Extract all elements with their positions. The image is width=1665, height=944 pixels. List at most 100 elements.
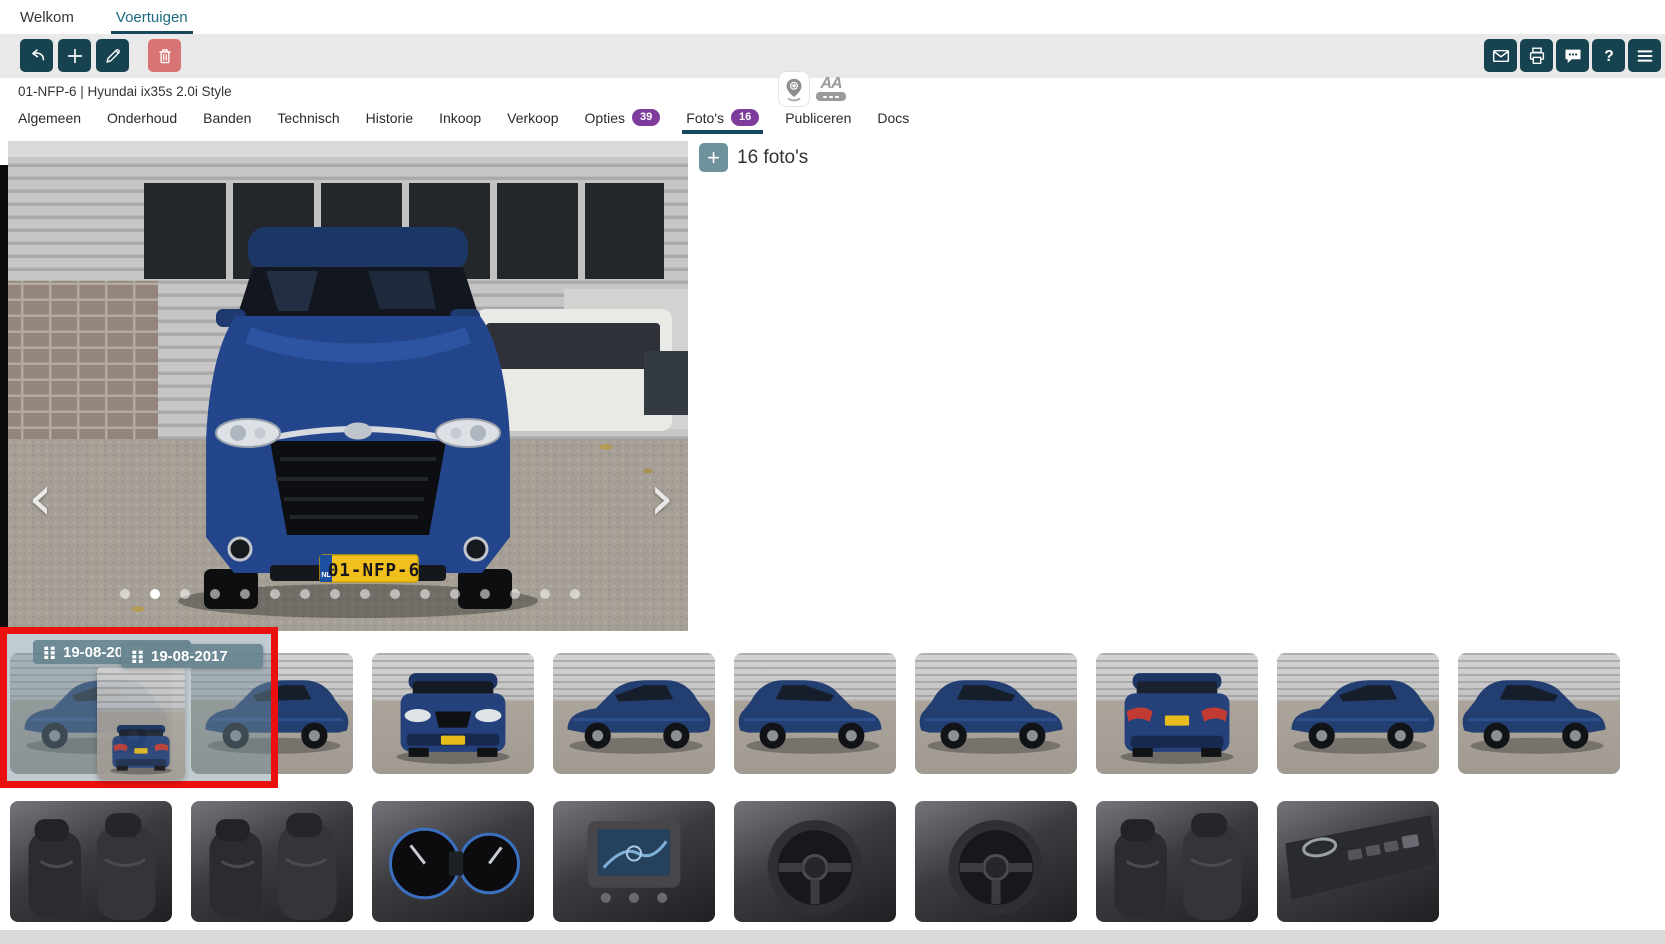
window-tab-label: Welkom	[20, 9, 74, 26]
drag-highlight-box: 19-08-2017 19-08-2017	[0, 627, 278, 788]
carousel-dot[interactable]	[450, 589, 460, 599]
aa-logo-text: AA	[820, 77, 841, 91]
back-button[interactable]	[20, 39, 53, 72]
nav-tab-label: Inkoop	[439, 110, 481, 126]
tab-banden[interactable]: Banden	[203, 110, 251, 134]
nav-tab-label: Banden	[203, 110, 251, 126]
print-button[interactable]	[1520, 39, 1553, 72]
carousel-dot[interactable]	[540, 589, 550, 599]
photo-grid-row-2	[10, 801, 1439, 922]
nav-tab-badge: 16	[731, 109, 759, 126]
drag-handle-icon[interactable]	[43, 645, 56, 660]
vehicle-nav-tabs: Algemeen Onderhoud Banden Technisch Hist…	[18, 109, 909, 134]
carousel-dot[interactable]	[120, 589, 130, 599]
toolbar-button-icon	[1634, 45, 1656, 67]
nav-tab-label: Docs	[877, 110, 909, 126]
nav-tab-badge: 39	[632, 109, 660, 126]
photo-thumb-15[interactable]	[915, 801, 1077, 922]
tab-opties[interactable]: Opties 39	[585, 109, 661, 134]
location-pin-icon[interactable]	[779, 72, 809, 106]
dragged-photo-ghost[interactable]	[97, 666, 185, 780]
nav-tab-label: Foto's	[686, 110, 724, 126]
photo-thumb-7[interactable]	[1096, 653, 1258, 774]
tab-docs[interactable]: Docs	[877, 110, 909, 134]
carousel-prev-button[interactable]: ‹	[28, 467, 53, 529]
vehicle-title: 01-NFP-6 | Hyundai ix35s 2.0i Style	[18, 84, 232, 99]
photo-thumb-17[interactable]	[1277, 801, 1439, 922]
tab-inkoop[interactable]: Inkoop	[439, 110, 481, 134]
tab-onderhoud[interactable]: Onderhoud	[107, 110, 177, 134]
tab-fotos[interactable]: Foto's 16	[686, 109, 759, 134]
window-tab-strip: Welkom Voertuigen	[0, 0, 1665, 34]
toolbar-button-icon	[1490, 45, 1512, 67]
vehicle-badge-icons: AA	[779, 72, 848, 106]
svg-text:01-NFP-6: 01-NFP-6	[328, 561, 420, 581]
toolbar-button-icon	[102, 45, 124, 67]
carousel-dot[interactable]	[180, 589, 190, 599]
tab-historie[interactable]: Historie	[366, 110, 413, 134]
tab-publiceren[interactable]: Publiceren	[785, 110, 851, 134]
license-plate: NL 01-NFP-6	[320, 555, 420, 582]
menu-button[interactable]	[1628, 39, 1661, 72]
add-photo-button[interactable]: +	[699, 143, 728, 172]
tab-verkoop[interactable]: Verkoop	[507, 110, 558, 134]
toolbar-button-icon	[64, 45, 86, 67]
carousel-next-button[interactable]: ›	[649, 467, 674, 529]
carousel-dots	[120, 589, 580, 599]
carousel-dot[interactable]	[480, 589, 490, 599]
photo-thumb-5[interactable]	[734, 653, 896, 774]
chat-button[interactable]	[1556, 39, 1589, 72]
nav-tab-label: Publiceren	[785, 110, 851, 126]
edit-button[interactable]	[96, 39, 129, 72]
photo-thumb-6[interactable]	[915, 653, 1077, 774]
photo-thumb-3[interactable]	[372, 653, 534, 774]
photo-thumb-4[interactable]	[553, 653, 715, 774]
toolbar-button-icon	[1562, 45, 1584, 67]
carousel-dot[interactable]	[390, 589, 400, 599]
toolbar-left-group	[20, 39, 181, 72]
tab-welkom[interactable]: Welkom	[20, 0, 74, 34]
add-vehicle-button[interactable]	[58, 39, 91, 72]
toolbar-button-icon	[26, 45, 48, 67]
help-button[interactable]	[1592, 39, 1625, 72]
carousel-dot[interactable]	[360, 589, 370, 599]
tab-voertuigen[interactable]: Voertuigen	[116, 0, 188, 34]
toolbar-button-icon	[1526, 45, 1548, 67]
delete-button[interactable]	[148, 39, 181, 72]
carousel-dot[interactable]	[330, 589, 340, 599]
bottom-scrollbar[interactable]	[0, 930, 1665, 944]
photo-carousel[interactable]: NL 01-NFP-6 ‹ ›	[8, 141, 688, 631]
carousel-dot[interactable]	[150, 589, 160, 599]
photo-thumb-9[interactable]	[1458, 653, 1620, 774]
carousel-dot[interactable]	[570, 589, 580, 599]
carousel-dot[interactable]	[510, 589, 520, 599]
photo-thumb-8[interactable]	[1277, 653, 1439, 774]
photo-date-text: 19-08-2017	[151, 648, 228, 665]
carousel-dot[interactable]	[300, 589, 310, 599]
photo-thumb-16[interactable]	[1096, 801, 1258, 922]
carousel-dot[interactable]	[270, 589, 280, 599]
tab-technisch[interactable]: Technisch	[277, 110, 339, 134]
carousel-edge-strip	[0, 165, 8, 631]
vehicle-photo-front: NL 01-NFP-6	[8, 141, 688, 631]
nav-tab-label: Onderhoud	[107, 110, 177, 126]
window-tab-label: Voertuigen	[116, 9, 188, 26]
photo-count-label: 16 foto's	[737, 147, 808, 169]
photo-thumb-10[interactable]	[10, 801, 172, 922]
drag-handle-icon[interactable]	[131, 649, 144, 664]
photo-thumb-14[interactable]	[734, 801, 896, 922]
photo-thumb-11[interactable]	[191, 801, 353, 922]
carousel-dot[interactable]	[240, 589, 250, 599]
nav-tab-label: Opties	[585, 110, 625, 126]
carousel-dot[interactable]	[210, 589, 220, 599]
toolbar-right-group	[1484, 39, 1661, 72]
photo-thumb-12[interactable]	[372, 801, 534, 922]
toolbar-button-icon	[1598, 45, 1620, 67]
photo-thumb-13[interactable]	[553, 801, 715, 922]
photo-date-label-dragged: 19-08-2017	[121, 644, 263, 668]
mail-button[interactable]	[1484, 39, 1517, 72]
tab-algemeen[interactable]: Algemeen	[18, 110, 81, 134]
carousel-dot[interactable]	[420, 589, 430, 599]
vehicle-management-app: Welkom Voertuigen	[0, 0, 1665, 944]
aa-lease-logo-icon[interactable]: AA	[814, 72, 848, 106]
